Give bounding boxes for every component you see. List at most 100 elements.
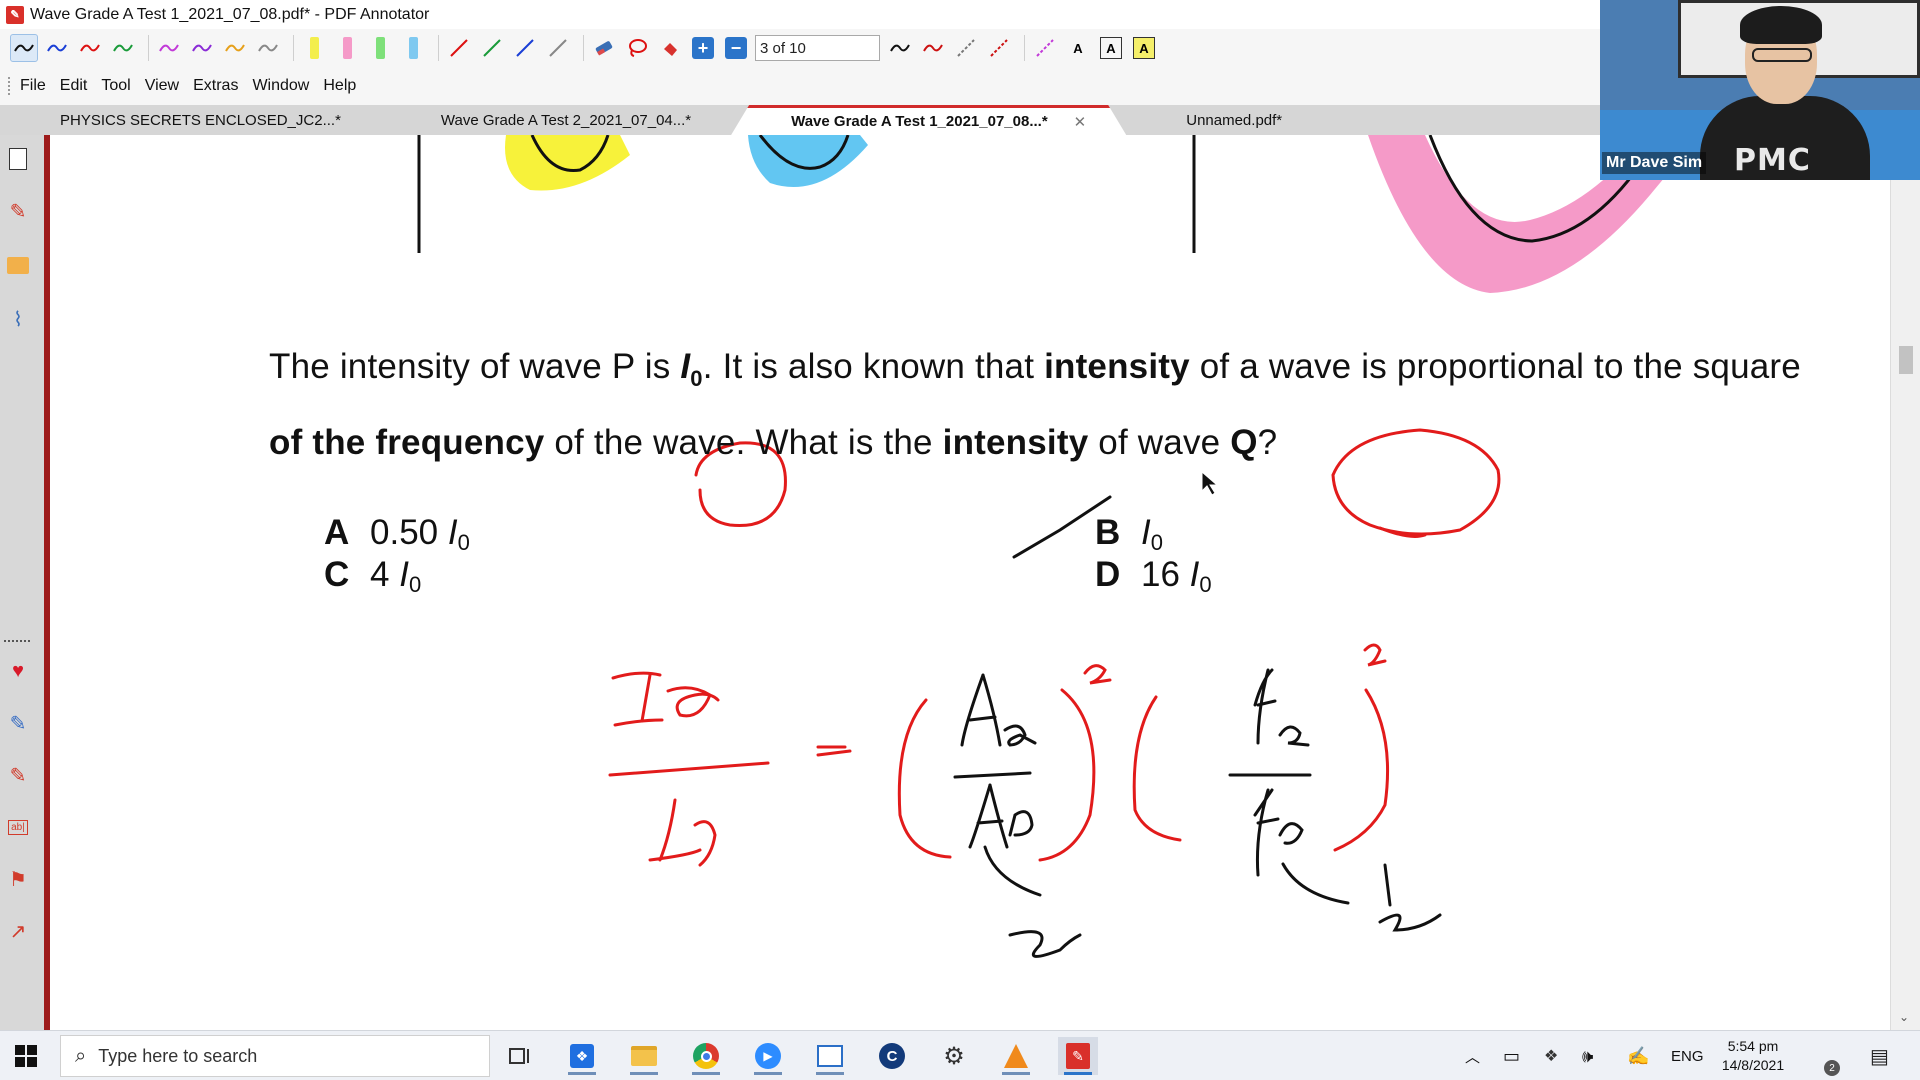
tab-label: PHYSICS SECRETS ENCLOSED_JC2...* (60, 111, 341, 129)
network-icon[interactable]: ▭ (1503, 1031, 1520, 1080)
question-part: of a wave is proportional to the square (1189, 347, 1801, 386)
pdf-annotator-icon: ✎ (6, 5, 24, 24)
menu-tool[interactable]: Tool (101, 77, 130, 95)
toolbar: + − A A A (0, 29, 1600, 67)
screen: ✎ Wave Grade A Test 1_2021_07_08.pdf* - … (0, 0, 1920, 1080)
folder-icon[interactable] (4, 251, 32, 279)
tab-unnamed[interactable]: Unnamed.pdf* (1126, 105, 1322, 135)
option-value: 0.50 (370, 513, 448, 552)
pen-purple-button[interactable] (188, 34, 216, 62)
tab-wave-test-1[interactable]: Wave Grade A Test 1_2021_07_08...* ✕ (731, 105, 1126, 135)
option-letter: A (324, 513, 350, 552)
search-placeholder: Type here to search (98, 1045, 258, 1066)
menu-help[interactable]: Help (323, 77, 356, 95)
menu-view[interactable]: View (145, 77, 179, 95)
top-diagram (417, 135, 1700, 293)
text-box-icon[interactable]: A (1097, 34, 1125, 62)
red-pen-icon[interactable]: ✎ (4, 761, 32, 789)
zoom-icon[interactable]: ▶ (748, 1037, 788, 1075)
option-letter: B (1095, 513, 1121, 552)
notification-badge: 2 (1824, 1060, 1840, 1076)
eraser-icon[interactable] (590, 34, 618, 62)
pen-workspace-icon[interactable]: ✍ (1627, 1031, 1649, 1080)
question-bold: Q (1230, 423, 1258, 462)
arrow-tool-icon[interactable]: ↗ (4, 917, 32, 945)
title-bar: ✎ Wave Grade A Test 1_2021_07_08.pdf* - … (0, 0, 1600, 29)
paperclip-icon[interactable]: ⌇ (4, 305, 32, 333)
tab-label: Unnamed.pdf* (1186, 111, 1283, 129)
zoom-out-button[interactable]: − (722, 34, 750, 62)
pen-squiggle-black-button[interactable] (886, 34, 914, 62)
highlighter-yellow-button[interactable] (300, 34, 328, 62)
dashed-red-pen-button[interactable] (985, 34, 1013, 62)
option-b: B I0 (1095, 513, 1163, 556)
menu-edit[interactable]: Edit (60, 77, 88, 95)
menu-extras[interactable]: Extras (193, 77, 238, 95)
taskbar-search-input[interactable]: ⌕ Type here to search (60, 1035, 490, 1077)
pen-green-button[interactable] (109, 34, 137, 62)
text-field-icon[interactable]: ab| (4, 813, 32, 841)
vertical-scrollbar[interactable]: ⌄ (1890, 135, 1920, 1030)
document-page: The intensity of wave P is I0. It is als… (50, 135, 1890, 1030)
question-bold: intensity (942, 423, 1089, 462)
line-green-button[interactable] (478, 34, 506, 62)
toolbar-divider (148, 35, 149, 61)
highlighter-green-button[interactable] (366, 34, 394, 62)
task-view-icon[interactable] (500, 1037, 540, 1075)
pen-magenta-button[interactable] (155, 34, 183, 62)
screencast-icon[interactable]: C (872, 1037, 912, 1075)
line-gray-button[interactable] (544, 34, 572, 62)
option-sub: 0 (1199, 572, 1212, 597)
dropbox-tray-icon[interactable]: ❖ (1544, 1031, 1558, 1080)
dropbox-icon[interactable]: ❖ (562, 1037, 602, 1075)
lasso-icon[interactable] (623, 34, 651, 62)
highlighter-pink-button[interactable] (333, 34, 361, 62)
line-blue-button[interactable] (511, 34, 539, 62)
close-tab-icon[interactable]: ✕ (1074, 113, 1087, 131)
highlighter-blue-button[interactable] (399, 34, 427, 62)
file-explorer-icon[interactable] (624, 1037, 664, 1075)
clock-date: 14/8/2021 (1721, 1057, 1785, 1073)
chrome-icon[interactable] (686, 1037, 726, 1075)
pen-tool-icon[interactable]: ✎ (4, 197, 32, 225)
pen-gray-button[interactable] (254, 34, 282, 62)
pen-orange-button[interactable] (221, 34, 249, 62)
dashed-pen-button[interactable] (952, 34, 980, 62)
pen-blue-button[interactable] (43, 34, 71, 62)
tab-physics-secrets[interactable]: PHYSICS SECRETS ENCLOSED_JC2...* (0, 105, 381, 135)
pen-red-button[interactable] (76, 34, 104, 62)
favorites-heart-icon[interactable]: ♥ (4, 657, 32, 685)
stamp-icon[interactable]: ⚑ (4, 865, 32, 893)
presentation-app-icon[interactable] (810, 1037, 850, 1075)
text-tool-icon[interactable]: A (1064, 34, 1092, 62)
presenter-hair (1740, 6, 1822, 44)
scroll-down-icon[interactable]: ⌄ (1899, 1010, 1909, 1024)
page-thumbnail-icon[interactable] (4, 145, 32, 173)
pdf-annotator-taskbar-icon[interactable]: ✎ (1058, 1037, 1098, 1075)
option-var: I (1141, 513, 1151, 552)
zoom-in-button[interactable]: + (689, 34, 717, 62)
windows-start-icon[interactable] (14, 1044, 38, 1068)
hand-pointer-icon[interactable] (656, 34, 684, 62)
pen-squiggle-red-button[interactable] (919, 34, 947, 62)
page-number-input[interactable] (755, 35, 880, 61)
menu-file[interactable]: File (20, 77, 46, 95)
pen-black-button[interactable] (10, 34, 38, 62)
option-sub: 0 (457, 530, 470, 555)
dashed-magenta-pen-button[interactable] (1031, 34, 1059, 62)
strip-divider (4, 640, 30, 642)
line-red-button[interactable] (445, 34, 473, 62)
language-indicator[interactable]: ENG (1671, 1031, 1704, 1080)
text-highlight-icon[interactable]: A (1130, 34, 1158, 62)
scrollbar-thumb[interactable] (1899, 346, 1913, 374)
blue-pen-icon[interactable]: ✎ (4, 709, 32, 737)
action-center-icon[interactable]: ▤ (1870, 1044, 1889, 1069)
menu-window[interactable]: Window (252, 77, 309, 95)
question-part: of the wave. What is the (544, 423, 943, 462)
vlc-icon[interactable] (996, 1037, 1036, 1075)
show-hidden-icons[interactable]: ︿ (1465, 1031, 1480, 1080)
tab-wave-test-2[interactable]: Wave Grade A Test 2_2021_07_04...* (381, 105, 731, 135)
settings-gear-icon[interactable]: ⚙ (934, 1037, 974, 1075)
system-clock[interactable]: 5:54 pm 14/8/2021 (1718, 1037, 1788, 1075)
volume-icon[interactable]: 🕪 (1582, 1031, 1593, 1080)
